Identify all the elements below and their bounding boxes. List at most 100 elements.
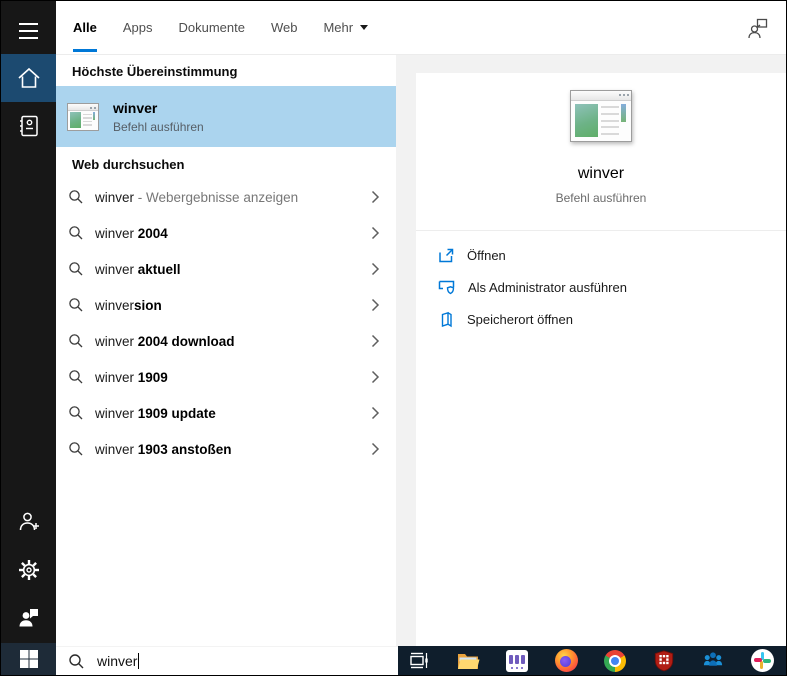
windows-logo-icon <box>19 649 39 669</box>
suggestion-text: winver 1909 <box>95 370 168 385</box>
home-icon <box>15 65 43 91</box>
web-suggestion-row[interactable]: winver 1909 <box>56 359 396 395</box>
journal-icon <box>16 113 42 139</box>
best-match-subtitle: Befehl ausführen <box>113 120 204 134</box>
windows-search-flyout: Alle Apps Dokumente Web Mehr Höchste Übe… <box>0 0 787 676</box>
chevron-down-icon <box>360 25 368 30</box>
admin-shield-icon <box>438 279 456 296</box>
action-run-as-admin-label: Als Administrator ausführen <box>468 280 627 295</box>
suggestion-text: winversion <box>95 298 162 313</box>
file-explorer-icon <box>456 650 480 672</box>
sidebar-item-settings[interactable] <box>1 546 56 594</box>
action-open-file-location[interactable]: Speicherort öffnen <box>438 303 786 335</box>
search-icon <box>68 297 84 313</box>
file-explorer-button[interactable] <box>456 649 480 673</box>
firefox-icon <box>555 649 578 672</box>
tab-mehr-label: Mehr <box>323 20 353 35</box>
web-suggestion-row[interactable]: winver aktuell <box>56 251 396 287</box>
winver-app-icon-large <box>570 90 632 142</box>
web-suggestion-row[interactable]: winversion <box>56 287 396 323</box>
purple-app-button[interactable] <box>505 649 529 673</box>
tab-mehr[interactable]: Mehr <box>323 1 368 54</box>
search-icon <box>68 189 84 205</box>
chevron-right-icon[interactable] <box>371 442 380 456</box>
security-shield-icon <box>653 649 675 672</box>
preview-panel: winver Befehl ausführen Öffnen <box>396 54 786 646</box>
tab-web[interactable]: Web <box>271 1 298 54</box>
taskbar <box>398 646 786 675</box>
security-app-button[interactable] <box>652 649 676 673</box>
task-view-button[interactable] <box>407 649 431 673</box>
active-tab-underline <box>73 49 97 52</box>
web-suggestion-row[interactable]: winver 2004 <box>56 215 396 251</box>
tab-dokumente-label: Dokumente <box>178 20 244 35</box>
open-icon <box>438 247 455 264</box>
best-match-result[interactable]: winver Befehl ausführen <box>56 86 396 147</box>
chevron-right-icon[interactable] <box>371 298 380 312</box>
action-open-label: Öffnen <box>467 248 506 263</box>
chevron-right-icon[interactable] <box>371 406 380 420</box>
preview-card: winver Befehl ausführen Öffnen <box>416 73 786 646</box>
web-suggestion-row[interactable]: winver 1909 update <box>56 395 396 431</box>
start-button[interactable] <box>1 643 56 675</box>
slack-icon <box>751 649 774 672</box>
search-icon <box>68 653 85 670</box>
tab-apps-label: Apps <box>123 20 153 35</box>
chrome-icon <box>604 650 626 672</box>
suggestion-text: winver - Webergebnisse anzeigen <box>95 190 298 205</box>
search-icon <box>68 441 84 457</box>
tab-dokumente[interactable]: Dokumente <box>178 1 244 54</box>
people-app-button[interactable] <box>701 649 725 673</box>
taskbar-search-box[interactable]: winver <box>56 646 398 675</box>
hamburger-icon <box>19 23 38 39</box>
web-suggestion-row[interactable]: winver 1903 anstoßen <box>56 431 396 467</box>
tab-apps[interactable]: Apps <box>123 1 153 54</box>
sidebar-item-home[interactable] <box>1 54 56 102</box>
tab-alle[interactable]: Alle <box>73 1 97 54</box>
people-app-icon <box>701 649 725 672</box>
search-results-panel: Höchste Übereinstimmung winver Befehl au… <box>56 54 396 646</box>
chrome-button[interactable] <box>603 649 627 673</box>
search-icon <box>68 333 84 349</box>
chevron-right-icon[interactable] <box>371 334 380 348</box>
suggestion-text: winver aktuell <box>95 262 181 277</box>
winver-app-icon <box>67 103 99 131</box>
web-search-section-label: Web durchsuchen <box>56 147 396 179</box>
action-open[interactable]: Öffnen <box>438 239 786 271</box>
firefox-button[interactable] <box>554 649 578 673</box>
sidebar-item-feedback[interactable] <box>1 594 56 642</box>
web-suggestion-row[interactable]: winver 2004 download <box>56 323 396 359</box>
user-feedback-icon <box>746 16 770 40</box>
chevron-right-icon[interactable] <box>371 370 380 384</box>
search-icon <box>68 369 84 385</box>
search-icon <box>68 405 84 421</box>
best-match-title: winver <box>113 100 204 116</box>
action-run-as-admin[interactable]: Als Administrator ausführen <box>438 271 786 303</box>
suggestion-text: winver 1909 update <box>95 406 216 421</box>
search-input-value[interactable]: winver <box>97 653 137 669</box>
action-list: Öffnen Als Administrator ausführen Speic… <box>416 231 786 335</box>
hamburger-menu-button[interactable] <box>1 9 56 53</box>
chevron-right-icon[interactable] <box>371 190 380 204</box>
web-suggestion-row[interactable]: winver - Webergebnisse anzeigen <box>56 179 396 215</box>
tab-web-label: Web <box>271 20 298 35</box>
text-caret <box>138 653 139 669</box>
user-account-button[interactable] <box>744 14 772 42</box>
gear-icon <box>16 557 42 583</box>
slack-button[interactable] <box>750 649 774 673</box>
sidebar-item-add-account[interactable] <box>1 498 56 546</box>
preview-subtitle: Befehl ausführen <box>556 191 647 205</box>
best-match-section-label: Höchste Übereinstimmung <box>56 54 396 86</box>
suggestion-text: winver 2004 download <box>95 334 235 349</box>
chevron-right-icon[interactable] <box>371 226 380 240</box>
sidebar-item-journal[interactable] <box>1 102 56 150</box>
chevron-right-icon[interactable] <box>371 262 380 276</box>
search-icon <box>68 261 84 277</box>
open-location-icon <box>438 311 455 328</box>
task-view-icon <box>407 650 431 672</box>
action-open-file-location-label: Speicherort öffnen <box>467 312 573 327</box>
add-user-icon <box>16 509 42 535</box>
sidebar <box>1 1 56 675</box>
feedback-person-icon <box>16 605 42 631</box>
suggestion-text: winver 2004 <box>95 226 168 241</box>
